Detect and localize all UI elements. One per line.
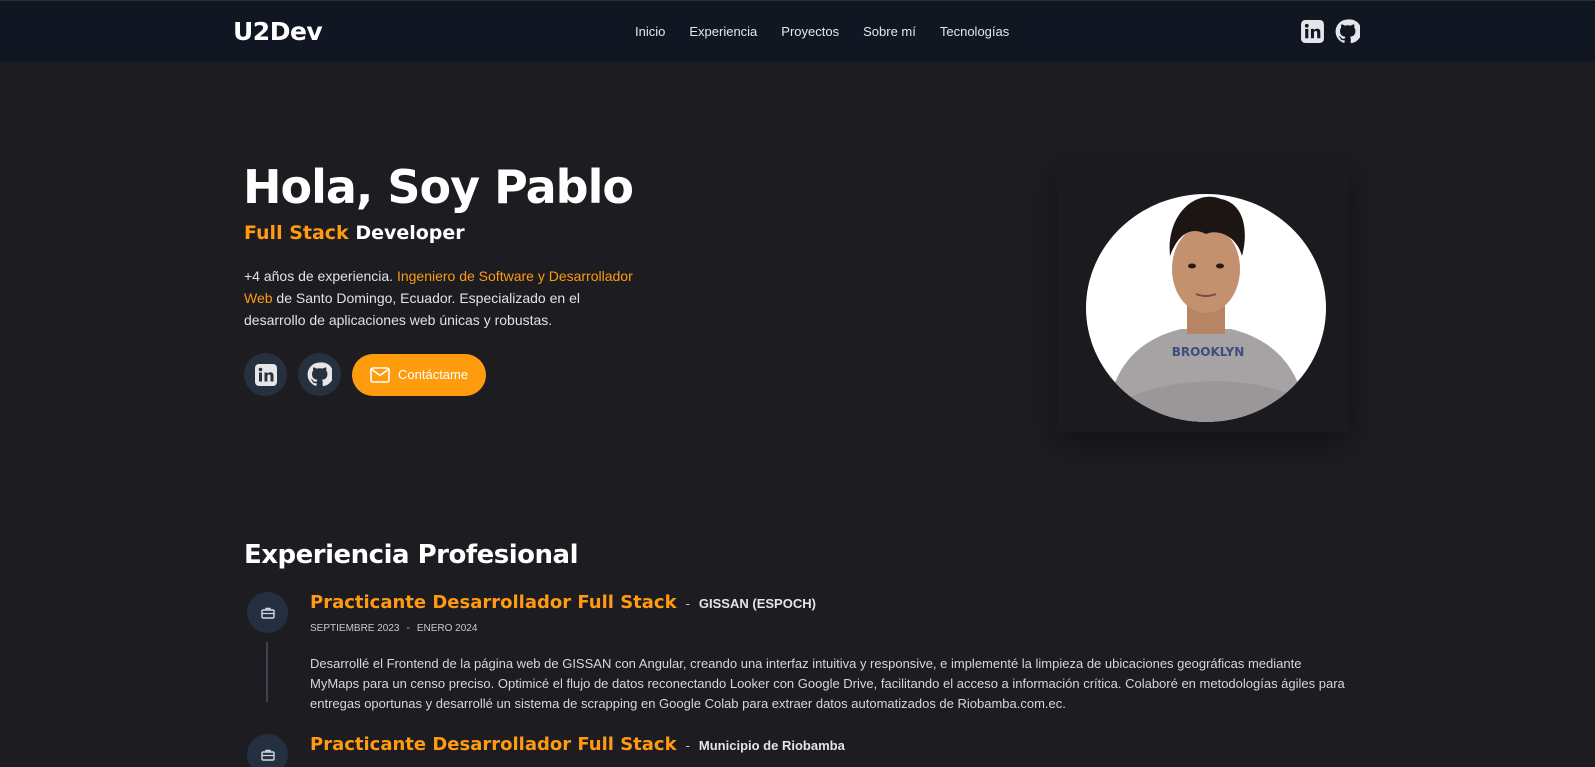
experience-company: GISSAN (ESPOCH): [698, 596, 816, 611]
experience-head: Practicante Desarrollador Full Stack - G…: [310, 592, 816, 613]
profile-photo: BROOKLYN: [1106, 196, 1308, 422]
hero-title: Hola, Soy Pablo: [243, 160, 634, 214]
nav-link-inicio[interactable]: Inicio: [635, 24, 665, 39]
briefcase-icon: [247, 734, 288, 767]
linkedin-icon[interactable]: [1300, 19, 1325, 44]
nav-link-tecnologias[interactable]: Tecnologías: [940, 24, 1009, 39]
github-icon[interactable]: [1335, 19, 1360, 44]
linkedin-icon: [254, 363, 277, 386]
role-rest: Developer: [355, 222, 465, 244]
desc-part1: +4 años de experiencia.: [244, 268, 397, 284]
github-button[interactable]: [298, 353, 341, 396]
separator: -: [685, 738, 690, 753]
avatar: BROOKLYN: [1086, 194, 1326, 422]
experience-role: Practicante Desarrollador Full Stack: [310, 592, 677, 613]
date-start: SEPTIEMBRE 2023: [310, 623, 400, 634]
github-icon: [307, 362, 332, 387]
experience-head: Practicante Desarrollador Full Stack - M…: [310, 734, 845, 755]
experience-title: Experiencia Profesional: [244, 540, 578, 570]
mail-icon: [370, 366, 390, 383]
role-accent: Full Stack: [244, 222, 349, 244]
contact-label: Contáctame: [398, 367, 469, 382]
experience-company: Municipio de Riobamba: [698, 738, 845, 753]
contact-button[interactable]: Contáctame: [352, 353, 487, 396]
separator: -: [685, 596, 690, 611]
nav-link-proyectos[interactable]: Proyectos: [781, 24, 839, 39]
experience-description: Desarrollé el Frontend de la página web …: [310, 656, 1345, 711]
brand-logo[interactable]: U2Dev: [233, 17, 323, 46]
linkedin-button[interactable]: [244, 353, 287, 396]
nav-links: Inicio Experiencia Proyectos Sobre mí Te…: [635, 24, 1009, 39]
hero-description: +4 años de experiencia. Ingeniero de Sof…: [244, 265, 634, 331]
briefcase-icon: [247, 592, 288, 633]
date-end: ENERO 2024: [416, 623, 478, 634]
hero-actions: Contáctame: [244, 353, 487, 396]
experience-dates: SEPTIEMBRE 2023 - ENERO 2024: [310, 623, 477, 634]
experience-role: Practicante Desarrollador Full Stack: [310, 734, 677, 755]
nav-social: [1300, 19, 1360, 44]
timeline-line: [266, 642, 268, 702]
date-separator: -: [406, 623, 410, 634]
nav-link-sobre-mi[interactable]: Sobre mí: [863, 24, 916, 39]
nav-link-experiencia[interactable]: Experiencia: [689, 24, 757, 39]
hero-role: Full Stack Developer: [244, 222, 465, 244]
svg-text:BROOKLYN: BROOKLYN: [1172, 345, 1245, 359]
navbar: U2Dev Inicio Experiencia Proyectos Sobre…: [0, 0, 1595, 62]
desc-part2: de Santo Domingo, Ecuador. Especializado…: [244, 290, 580, 328]
